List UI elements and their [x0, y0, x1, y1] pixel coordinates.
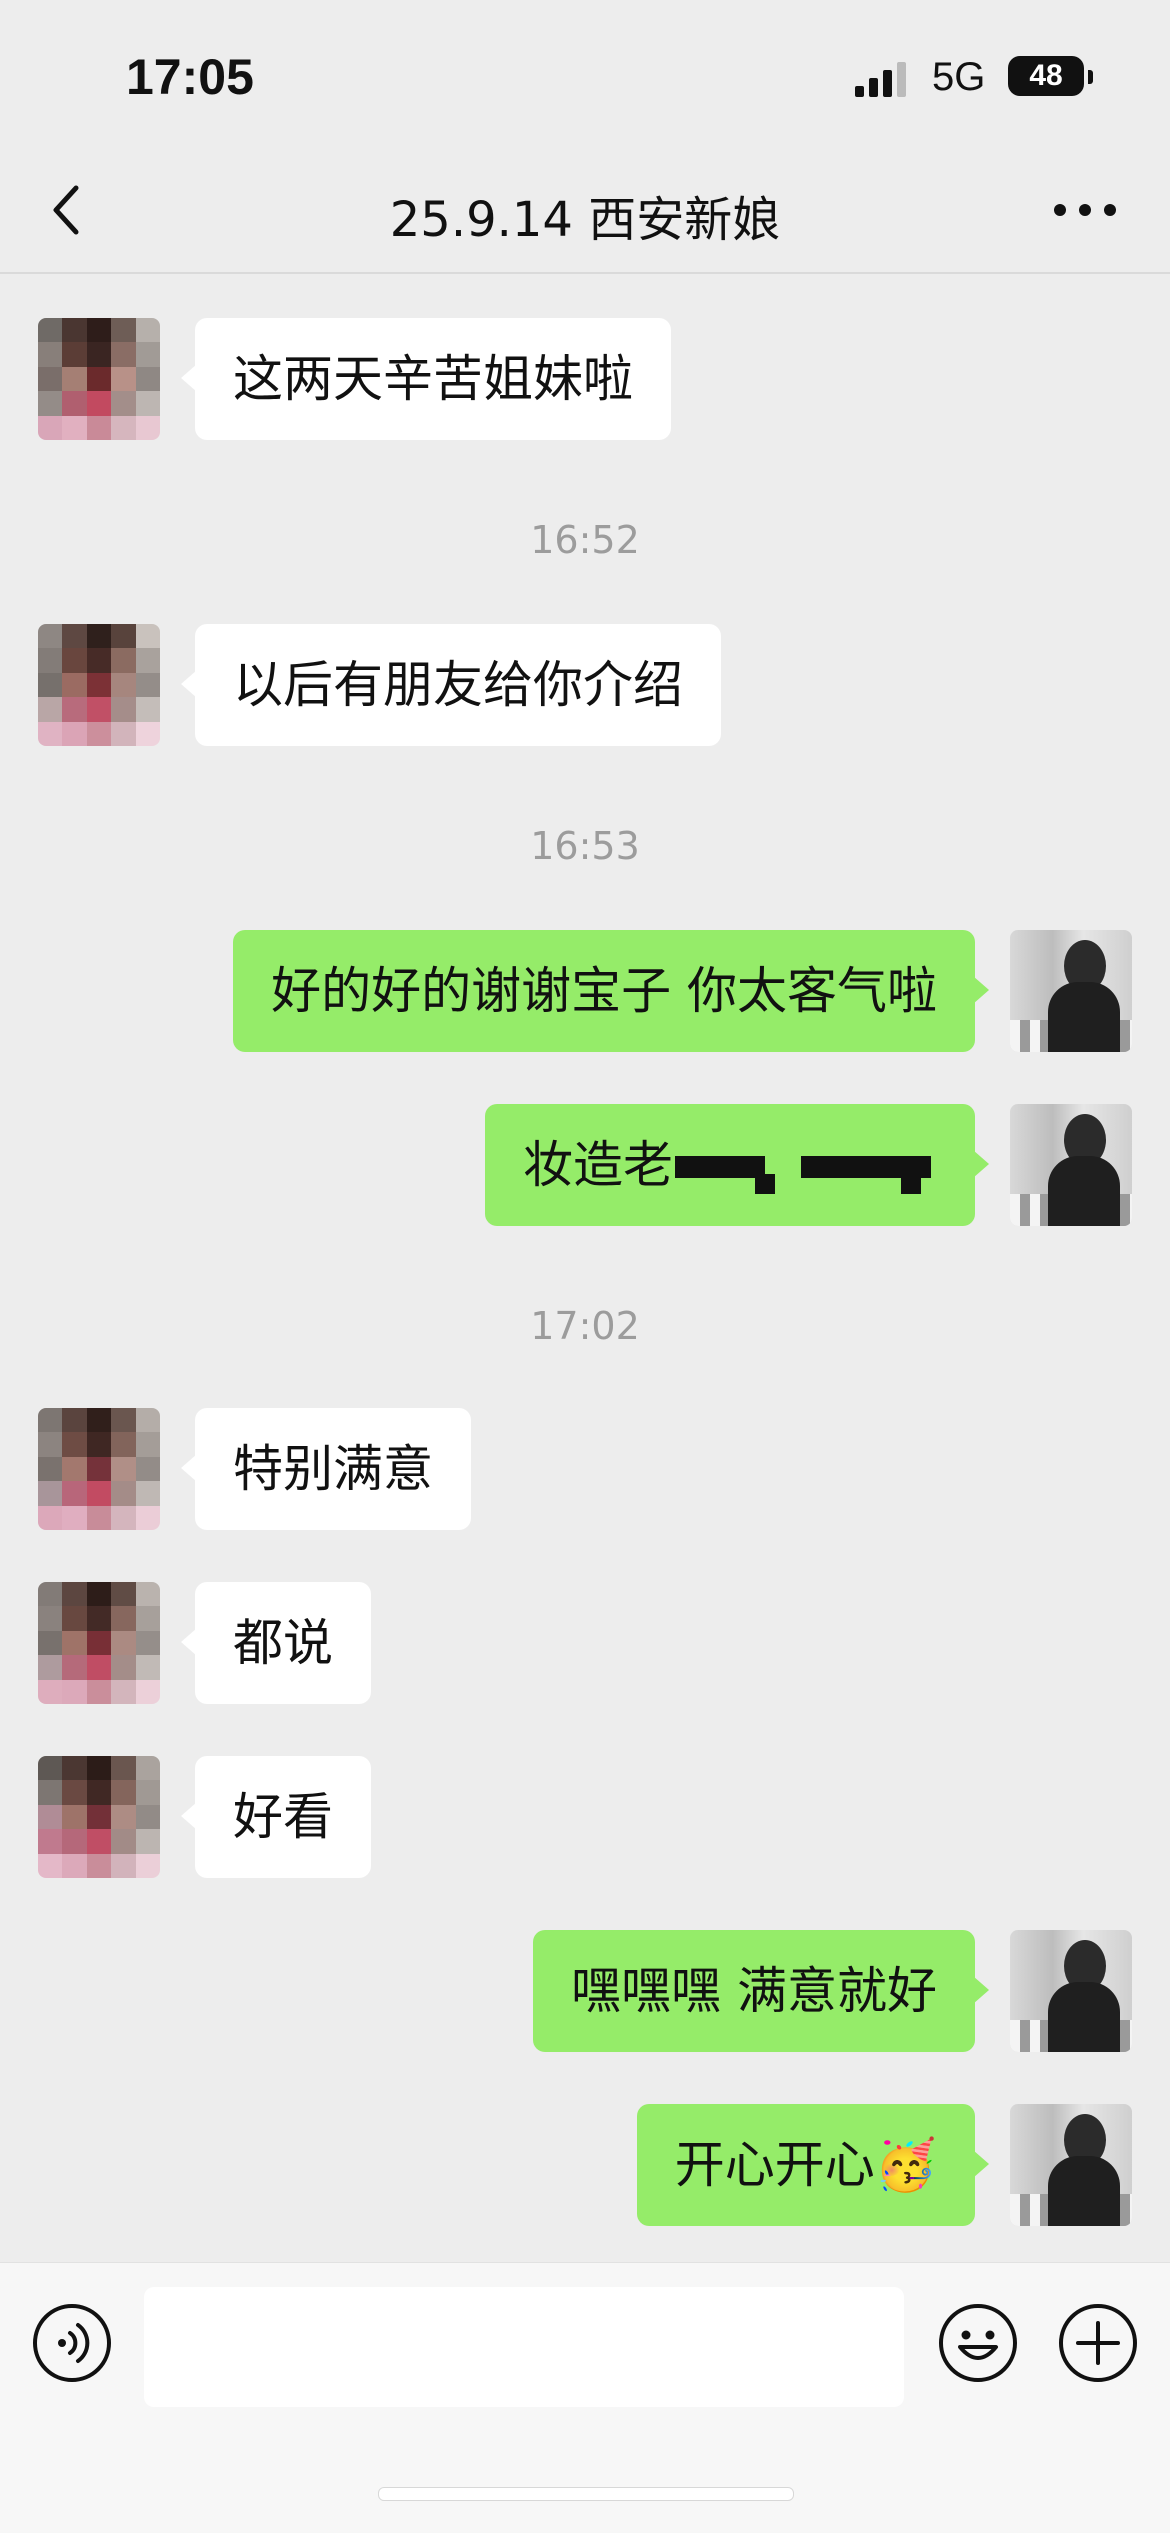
battery-tip: [1088, 70, 1093, 84]
message-bubble-outgoing[interactable]: 妆造老: [485, 1104, 989, 1226]
user-avatar[interactable]: [1010, 1104, 1132, 1226]
message-bubble-incoming[interactable]: 这两天辛苦姐妹啦: [181, 318, 671, 440]
signal-icon: [855, 62, 906, 97]
contact-avatar[interactable]: [38, 1582, 160, 1704]
contact-avatar[interactable]: [38, 1408, 160, 1530]
contact-avatar[interactable]: [38, 624, 160, 746]
message-timestamp: 16:52: [530, 518, 640, 562]
status-time: 17:05: [126, 49, 254, 105]
more-dots-icon[interactable]: [1050, 200, 1120, 220]
status-bar: 17:05 5G 48: [0, 0, 1170, 150]
user-avatar[interactable]: [1010, 2104, 1132, 2226]
message-timestamp: 16:53: [530, 824, 640, 868]
nav-bar: 25.9.14 西安新娘: [0, 150, 1170, 274]
message-bubble-incoming[interactable]: 好看: [181, 1756, 371, 1878]
message-bubble-outgoing[interactable]: 好的好的谢谢宝子 你太客气啦: [233, 930, 989, 1052]
voice-icon[interactable]: [32, 2303, 112, 2383]
message-bubble-incoming[interactable]: 以后有朋友给你介绍: [181, 624, 721, 746]
message-input[interactable]: [144, 2287, 904, 2407]
plus-icon[interactable]: [1058, 2303, 1138, 2383]
home-indicator: [378, 2487, 794, 2501]
message-bubble-outgoing[interactable]: 嘿嘿嘿 满意就好: [533, 1930, 989, 2052]
input-bar: [0, 2262, 1170, 2533]
contact-avatar[interactable]: [38, 1756, 160, 1878]
chat-title: 25.9.14 西安新娘: [389, 192, 781, 248]
contact-avatar[interactable]: [38, 318, 160, 440]
user-avatar[interactable]: [1010, 930, 1132, 1052]
message-bubble-incoming[interactable]: 都说: [181, 1582, 371, 1704]
battery-indicator: 48: [1008, 56, 1084, 96]
message-text: 妆造老: [523, 1136, 673, 1194]
redaction-mark: [901, 1174, 921, 1194]
emoji-icon[interactable]: [938, 2303, 1018, 2383]
redaction-mark: [675, 1156, 765, 1178]
message-bubble-incoming[interactable]: 特别满意: [181, 1408, 471, 1530]
redaction-mark: [755, 1174, 775, 1194]
network-type: 5G: [932, 55, 986, 99]
message-bubble-outgoing[interactable]: 开心开心🥳: [636, 2104, 990, 2226]
message-timestamp: 17:02: [530, 1304, 640, 1348]
user-avatar[interactable]: [1010, 1930, 1132, 2052]
